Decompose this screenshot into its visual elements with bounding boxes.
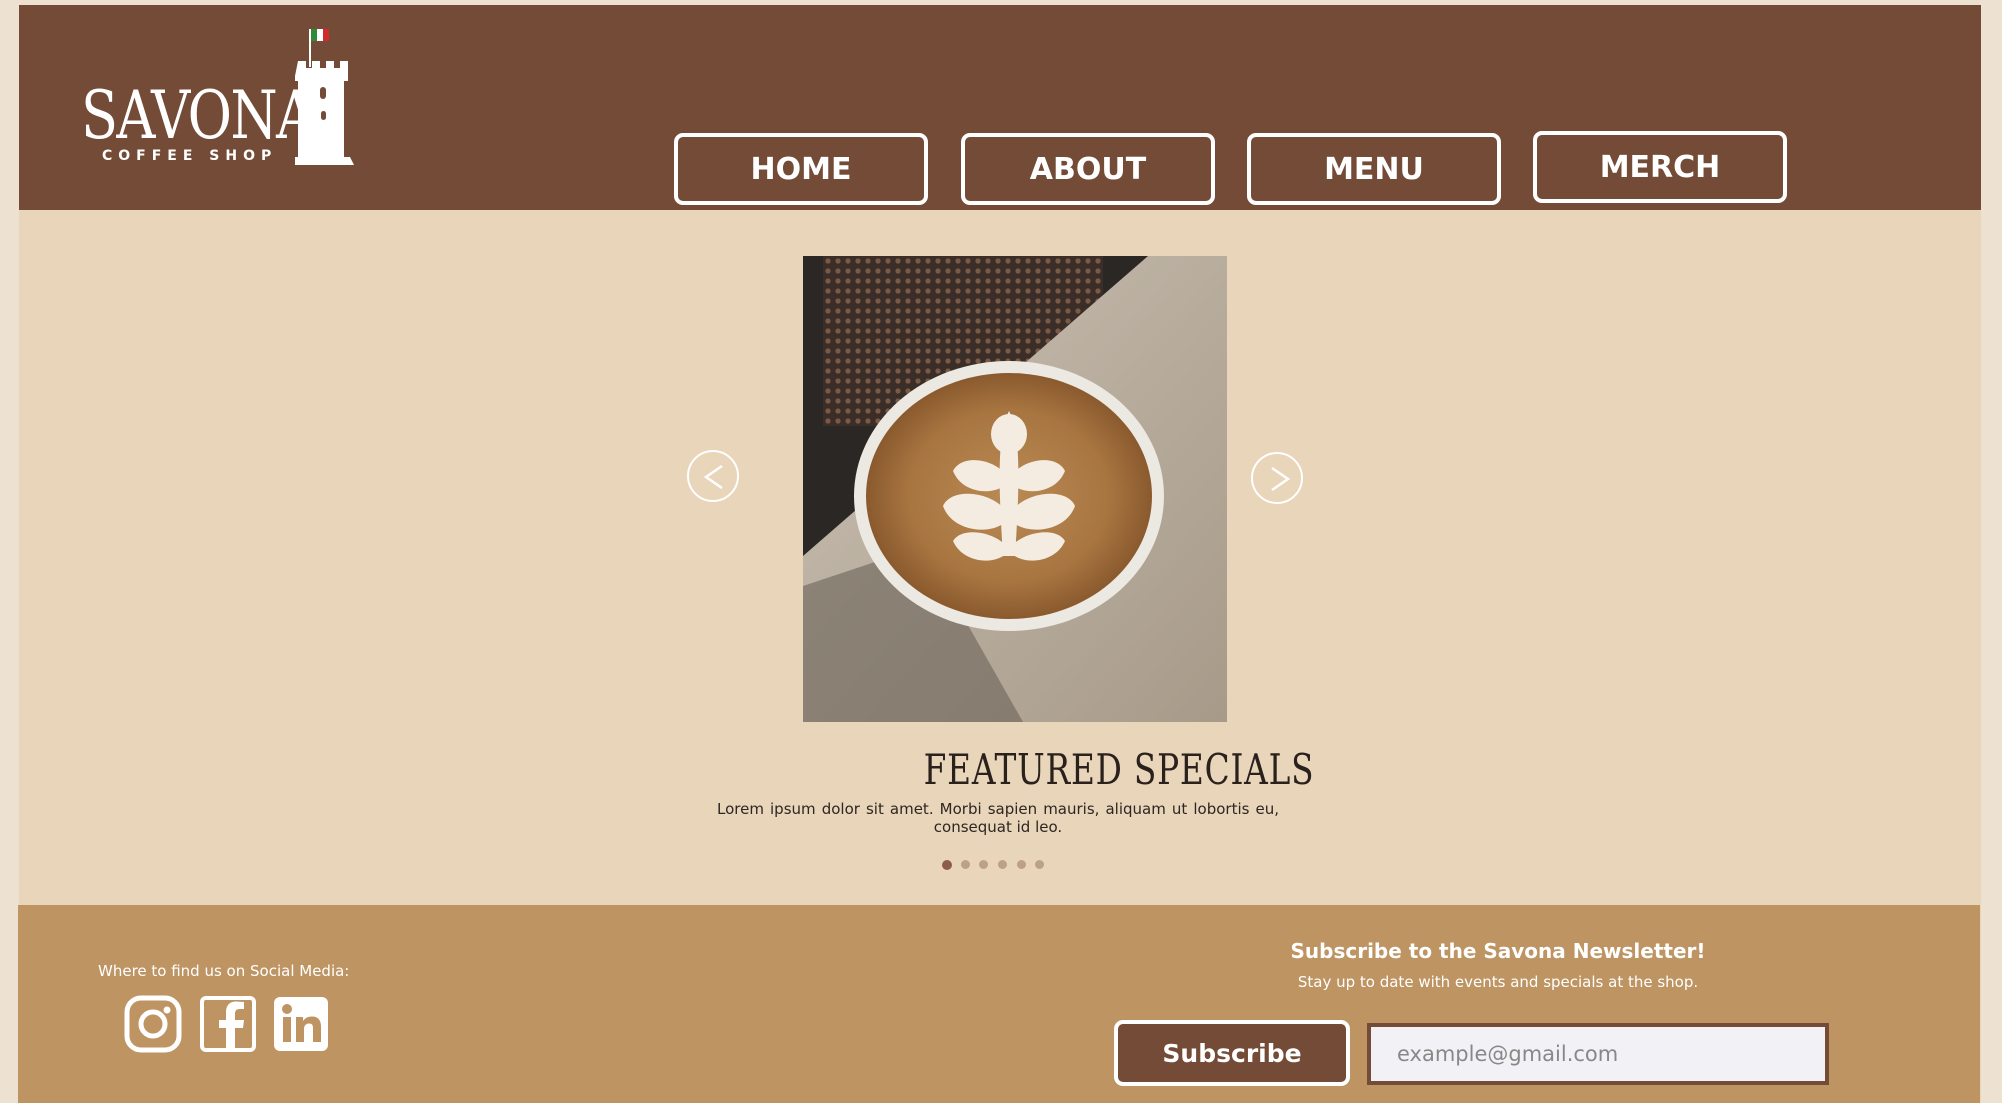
nav-menu-button[interactable]: MENU [1247,133,1501,205]
social-media-label: Where to find us on Social Media: [98,962,350,980]
site-header: SAVONA COFFEE SHOP HOME ABOUT MENU MERCH [19,5,1981,210]
chevron-right-icon [1271,466,1291,492]
carousel-dot[interactable] [1017,860,1026,869]
carousel-dot[interactable] [942,860,952,870]
facebook-icon[interactable] [199,995,257,1053]
page-frame: SAVONA COFFEE SHOP HOME ABOUT MENU MERCH [18,5,1981,1103]
carousel-dot[interactable] [998,860,1007,869]
newsletter-title: Subscribe to the Savona Newsletter! [1290,939,1706,963]
subscribe-button[interactable]: Subscribe [1114,1020,1350,1086]
email-field[interactable] [1367,1023,1829,1085]
newsletter-subtitle: Stay up to date with events and specials… [1297,973,1699,991]
carousel-prev-button[interactable] [687,450,739,502]
tower-icon [295,29,354,165]
linkedin-icon[interactable] [272,995,330,1053]
carousel-dot[interactable] [1035,860,1044,869]
chevron-left-icon [703,464,723,490]
latte-art-image [803,256,1227,722]
nav-home-button[interactable]: HOME [674,133,928,205]
site-footer: Where to find us on Social Media: Subscr… [18,905,1980,1103]
carousel-dot[interactable] [961,860,970,869]
nav-merch-button[interactable]: MERCH [1533,131,1787,203]
nav-about-button[interactable]: ABOUT [961,133,1215,205]
instagram-icon[interactable] [124,995,182,1053]
carousel-dot[interactable] [979,860,988,869]
carousel-next-button[interactable] [1251,452,1303,504]
carousel-slide-image [803,256,1227,722]
logo-tagline: COFFEE SHOP [102,148,278,164]
featured-description: Lorem ipsum dolor sit amet. Morbi sapien… [717,800,1279,836]
logo-wordmark: SAVONA [81,77,315,154]
savona-logo[interactable]: SAVONA COFFEE SHOP [77,25,377,170]
featured-title: FEATURED SPECIALS [923,745,1315,794]
